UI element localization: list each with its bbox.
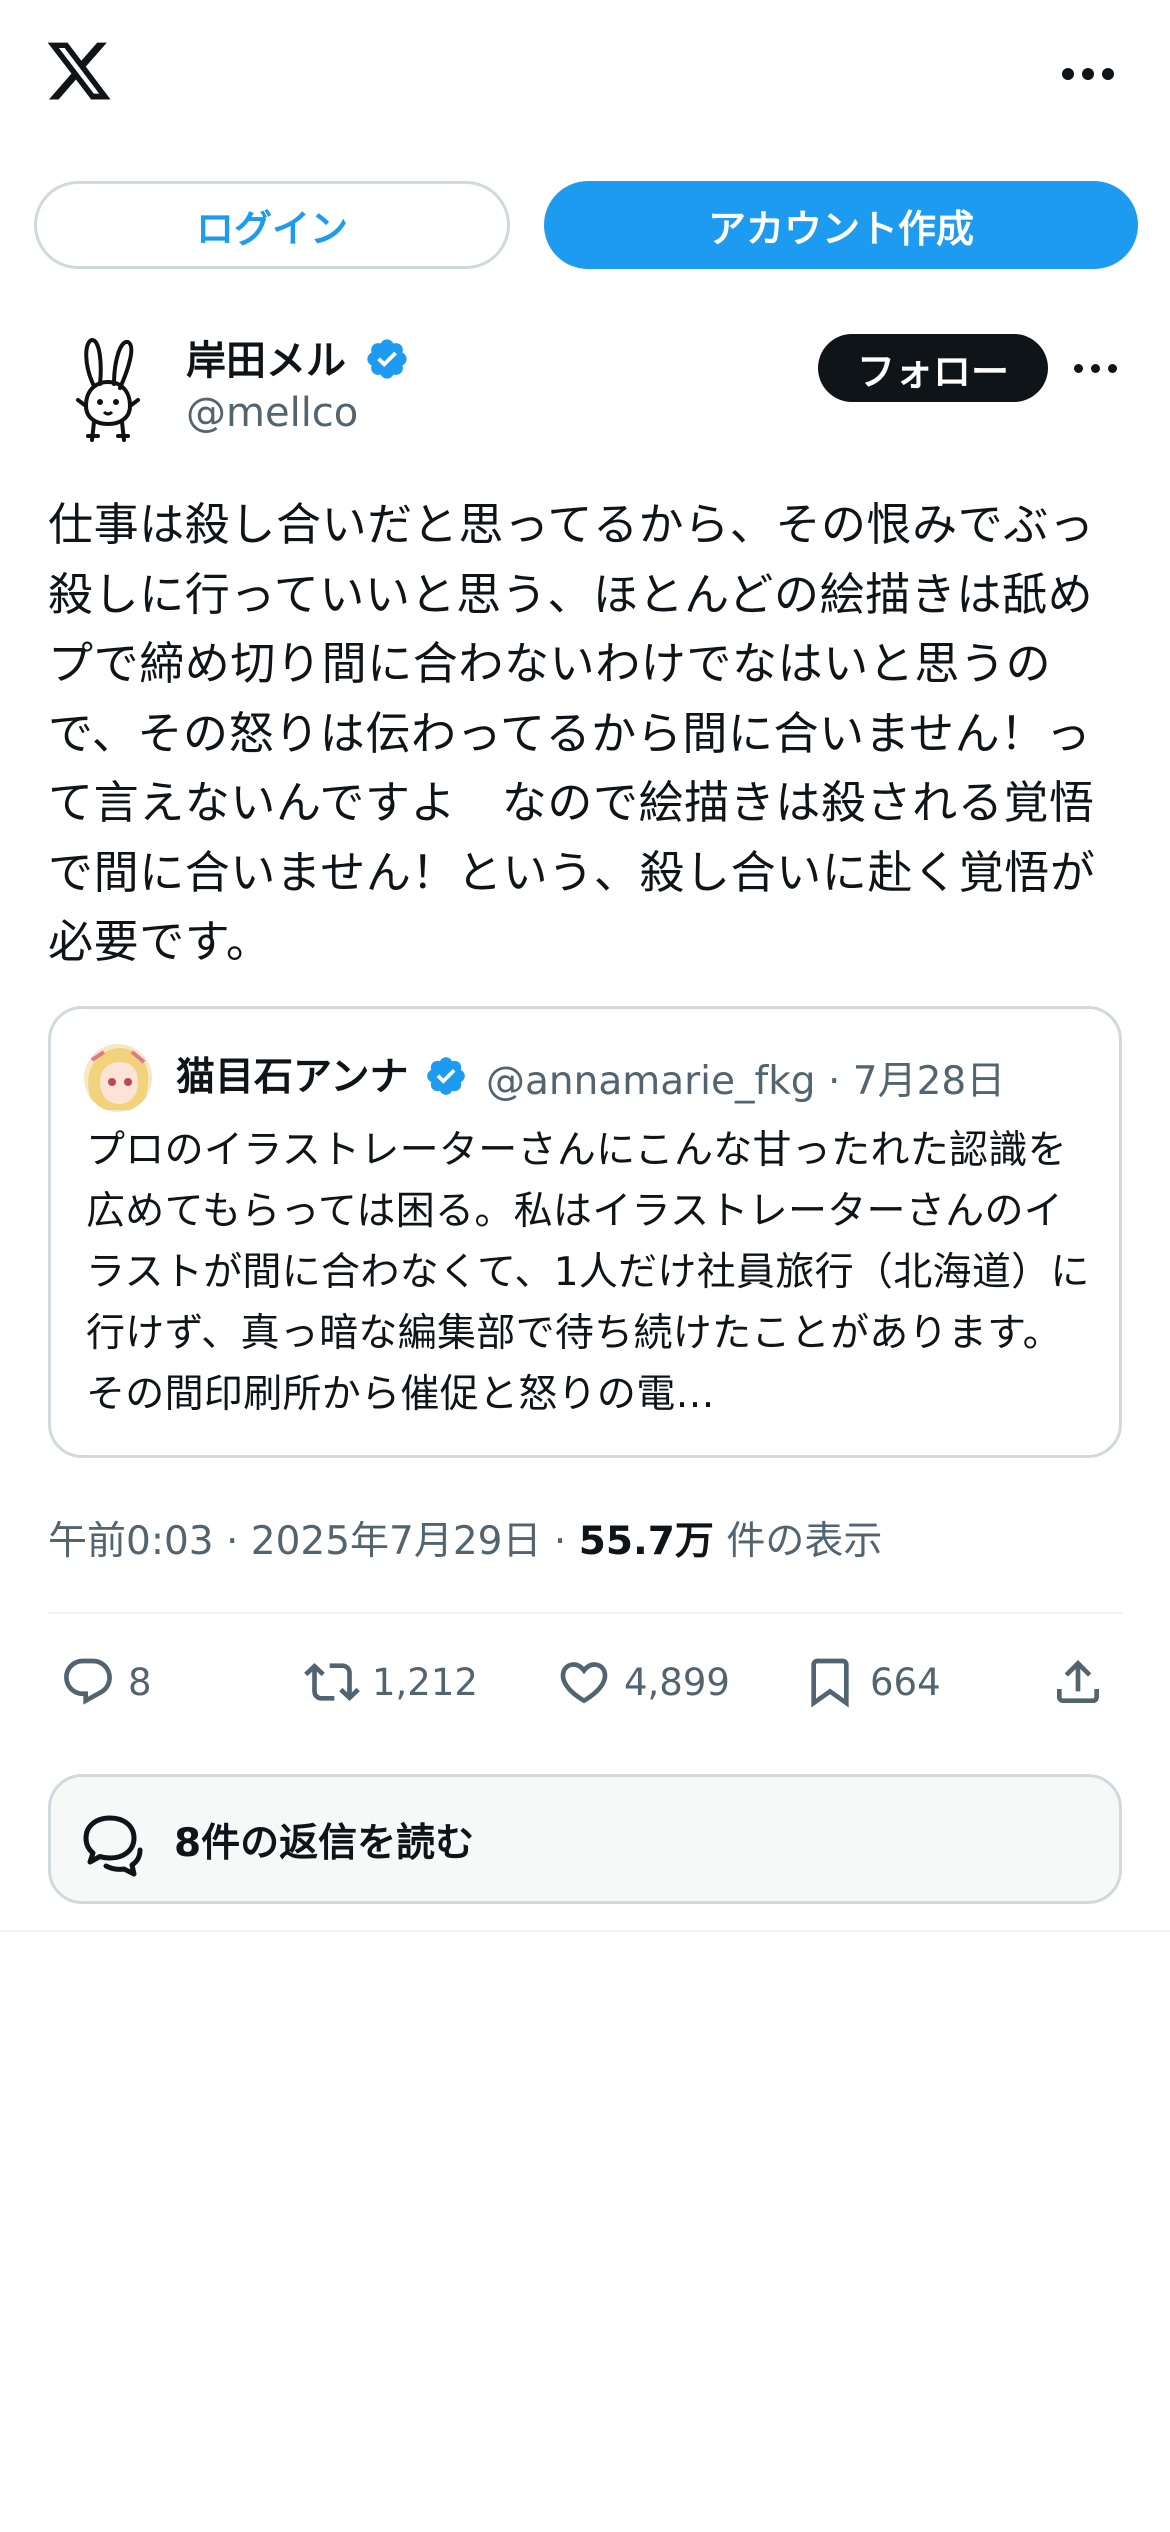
like-count: 4,899 (624, 1660, 730, 1704)
post-more-icon[interactable] (1074, 364, 1118, 374)
quoted-post-text: プロのイラストレーターさんにこんな甘ったれた認識を広めてもらっては困る。私はイラ… (86, 1128, 1090, 1417)
author-handle[interactable]: @mellco (186, 390, 358, 436)
follow-button[interactable]: フォロー (818, 334, 1048, 402)
quoted-date[interactable]: 7月28日 (853, 1059, 1005, 1104)
verified-badge-icon (367, 339, 407, 379)
read-replies-label[interactable]: 8件の返信を読む (174, 1812, 474, 1868)
reply-count: 8 (128, 1660, 152, 1704)
login-button[interactable]: ログイン (34, 181, 510, 269)
meta-separator: · (213, 1519, 251, 1564)
post-time[interactable]: 午前0:03 (48, 1519, 214, 1564)
author-avatar[interactable] (58, 336, 154, 446)
create-account-button[interactable]: アカウント作成 (544, 181, 1138, 269)
reply-icon (64, 1658, 112, 1705)
quoted-handle[interactable]: @annamarie_fkg (486, 1059, 816, 1104)
meta-separator: · (541, 1519, 579, 1564)
bookmark-count: 664 (870, 1660, 941, 1704)
author-display-name[interactable]: 岸田メル (186, 328, 346, 386)
quoted-author-avatar[interactable] (84, 1044, 152, 1112)
like-button[interactable]: 4,899 (556, 1652, 730, 1712)
view-label: 件の表示 (713, 1519, 883, 1564)
bottom-divider (0, 1930, 1170, 1932)
x-logo-icon[interactable] (44, 36, 114, 106)
bookmark-button[interactable]: 664 (802, 1652, 941, 1712)
post-text: 仕事は殺し合いだと思ってるから、その恨みでぶっ殺しに行っていいと思う、ほとんどの… (48, 498, 1096, 968)
view-count: 55.7万 (578, 1519, 714, 1564)
post-date[interactable]: 2025年7月29日 (251, 1519, 542, 1564)
repost-count: 1,212 (372, 1660, 478, 1704)
more-options-icon[interactable] (1062, 68, 1114, 80)
share-icon (1057, 1660, 1099, 1703)
quoted-verified-badge-icon (427, 1057, 465, 1095)
divider (48, 1612, 1122, 1614)
repost-button[interactable]: 1,212 (304, 1652, 478, 1712)
repost-icon (304, 1663, 360, 1701)
quoted-handle-date[interactable]: @annamarie_fkg · 7月28日 (486, 1050, 1005, 1106)
quoted-separator: · (827, 1059, 841, 1104)
bookmark-icon (811, 1658, 849, 1708)
heart-icon (560, 1662, 608, 1704)
replies-bubble-icon (83, 1815, 143, 1877)
post-metadata: 午前0:03 · 2025年7月29日 · 55.7万 件の表示 (48, 1510, 882, 1566)
quoted-author-name[interactable]: 猫目石アンナ (176, 1046, 408, 1102)
reply-button[interactable]: 8 (60, 1652, 152, 1712)
share-button[interactable] (1050, 1652, 1106, 1712)
